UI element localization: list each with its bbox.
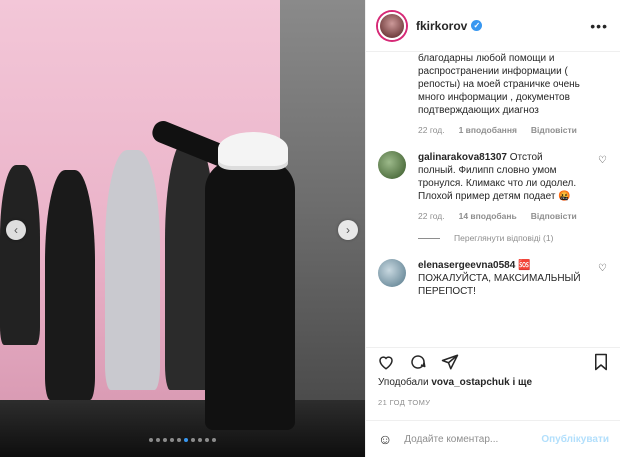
action-bar <box>366 347 620 375</box>
comment-emoji: 🆘 <box>518 260 531 271</box>
comment-icon[interactable] <box>408 352 428 372</box>
bookmark-icon[interactable] <box>591 352 611 372</box>
caption-text: благодарны любой помощи и распространени… <box>418 53 580 116</box>
dancer <box>0 165 40 345</box>
carousel-dot[interactable] <box>205 438 209 442</box>
comments-list[interactable]: благодарны любой помощи и распространени… <box>366 52 620 347</box>
white-hat <box>218 132 288 166</box>
caption-time[interactable]: 22 год. <box>418 125 445 135</box>
comment-body: galinarakova81307 Отстой полный. Филипп … <box>418 151 583 203</box>
caption-likes[interactable]: 1 вподобання <box>459 125 517 135</box>
stage-floor <box>0 400 365 457</box>
carousel-dot[interactable] <box>163 438 167 442</box>
post-panel: fkirkorov ✓ ••• благодарны любой помощи … <box>365 0 620 457</box>
avatar[interactable] <box>378 151 406 179</box>
replies-divider <box>418 237 440 239</box>
comment-text: ПОЖАЛУЙСТА, МАКСИМАЛЬНЫЙ ПЕРЕПОСТ! <box>418 273 581 297</box>
post-header: fkirkorov ✓ ••• <box>366 0 620 52</box>
caption-meta: 22 год. 1 вподобання Відповісти <box>418 125 609 135</box>
comment-likes[interactable]: 14 вподобань <box>459 211 517 221</box>
avatar[interactable] <box>378 11 406 40</box>
heart-icon[interactable] <box>376 352 396 372</box>
chevron-right-icon: › <box>346 223 350 237</box>
chevron-left-icon: ‹ <box>14 223 18 237</box>
likes-suffix[interactable]: і ще <box>512 377 532 388</box>
more-options-icon[interactable]: ••• <box>590 18 608 34</box>
post-comment-button[interactable]: Опублікувати <box>541 434 609 445</box>
carousel-dot[interactable] <box>177 438 181 442</box>
next-slide-button[interactable]: › <box>338 220 358 240</box>
comment-meta: 22 год. 14 вподобань Відповісти <box>418 211 609 221</box>
carousel-dot[interactable] <box>149 438 153 442</box>
caption-reply-button[interactable]: Відповісти <box>531 125 577 135</box>
likes-user[interactable]: vova_ostapchuk <box>431 377 509 388</box>
comment-emoji: 🤬 <box>558 191 571 202</box>
comment-composer: ☺ Опублікувати <box>366 420 620 457</box>
comment-reply-button[interactable]: Відповісти <box>531 211 577 221</box>
comment-body: elenasergeevna0584 🆘 ПОЖАЛУЙСТА, МАКСИМА… <box>418 259 583 298</box>
likes-summary: Уподобали vova_ostapchuk і ще <box>378 377 532 388</box>
list-item: galinarakova81307 Отстой полный. Филипп … <box>378 151 609 203</box>
performer <box>205 160 295 430</box>
carousel-dot[interactable] <box>156 438 160 442</box>
post-media[interactable]: ‹ › <box>0 0 365 457</box>
carousel-dot[interactable] <box>184 438 188 442</box>
prev-slide-button[interactable]: ‹ <box>6 220 26 240</box>
comment-username[interactable]: galinarakova81307 <box>418 152 507 163</box>
carousel-dots <box>0 438 365 442</box>
dancer <box>105 150 160 390</box>
comment-username[interactable]: elenasergeevna0584 <box>418 260 515 271</box>
comment-input[interactable] <box>404 433 542 445</box>
verified-badge-icon: ✓ <box>471 20 483 31</box>
carousel-dot[interactable] <box>198 438 202 442</box>
list-item: elenasergeevna0584 🆘 ПОЖАЛУЙСТА, МАКСИМА… <box>378 259 609 298</box>
view-replies-label: Переглянути відповіді (1) <box>454 233 554 243</box>
share-icon[interactable] <box>440 352 460 372</box>
carousel-dot[interactable] <box>170 438 174 442</box>
post-timestamp[interactable]: 21 ГОД ТОМУ <box>378 398 430 407</box>
dancer <box>45 170 95 400</box>
carousel-dot[interactable] <box>212 438 216 442</box>
view-replies-button[interactable]: Переглянути відповіді (1) <box>418 233 609 243</box>
carousel-dot[interactable] <box>191 438 195 442</box>
username[interactable]: fkirkorov <box>416 19 467 33</box>
heart-icon[interactable]: ♡ <box>598 263 607 274</box>
likes-prefix: Уподобали <box>378 377 429 388</box>
heart-icon[interactable]: ♡ <box>598 155 607 166</box>
avatar[interactable] <box>378 259 406 287</box>
emoji-icon[interactable]: ☺ <box>378 431 392 447</box>
comment-time[interactable]: 22 год. <box>418 211 445 221</box>
